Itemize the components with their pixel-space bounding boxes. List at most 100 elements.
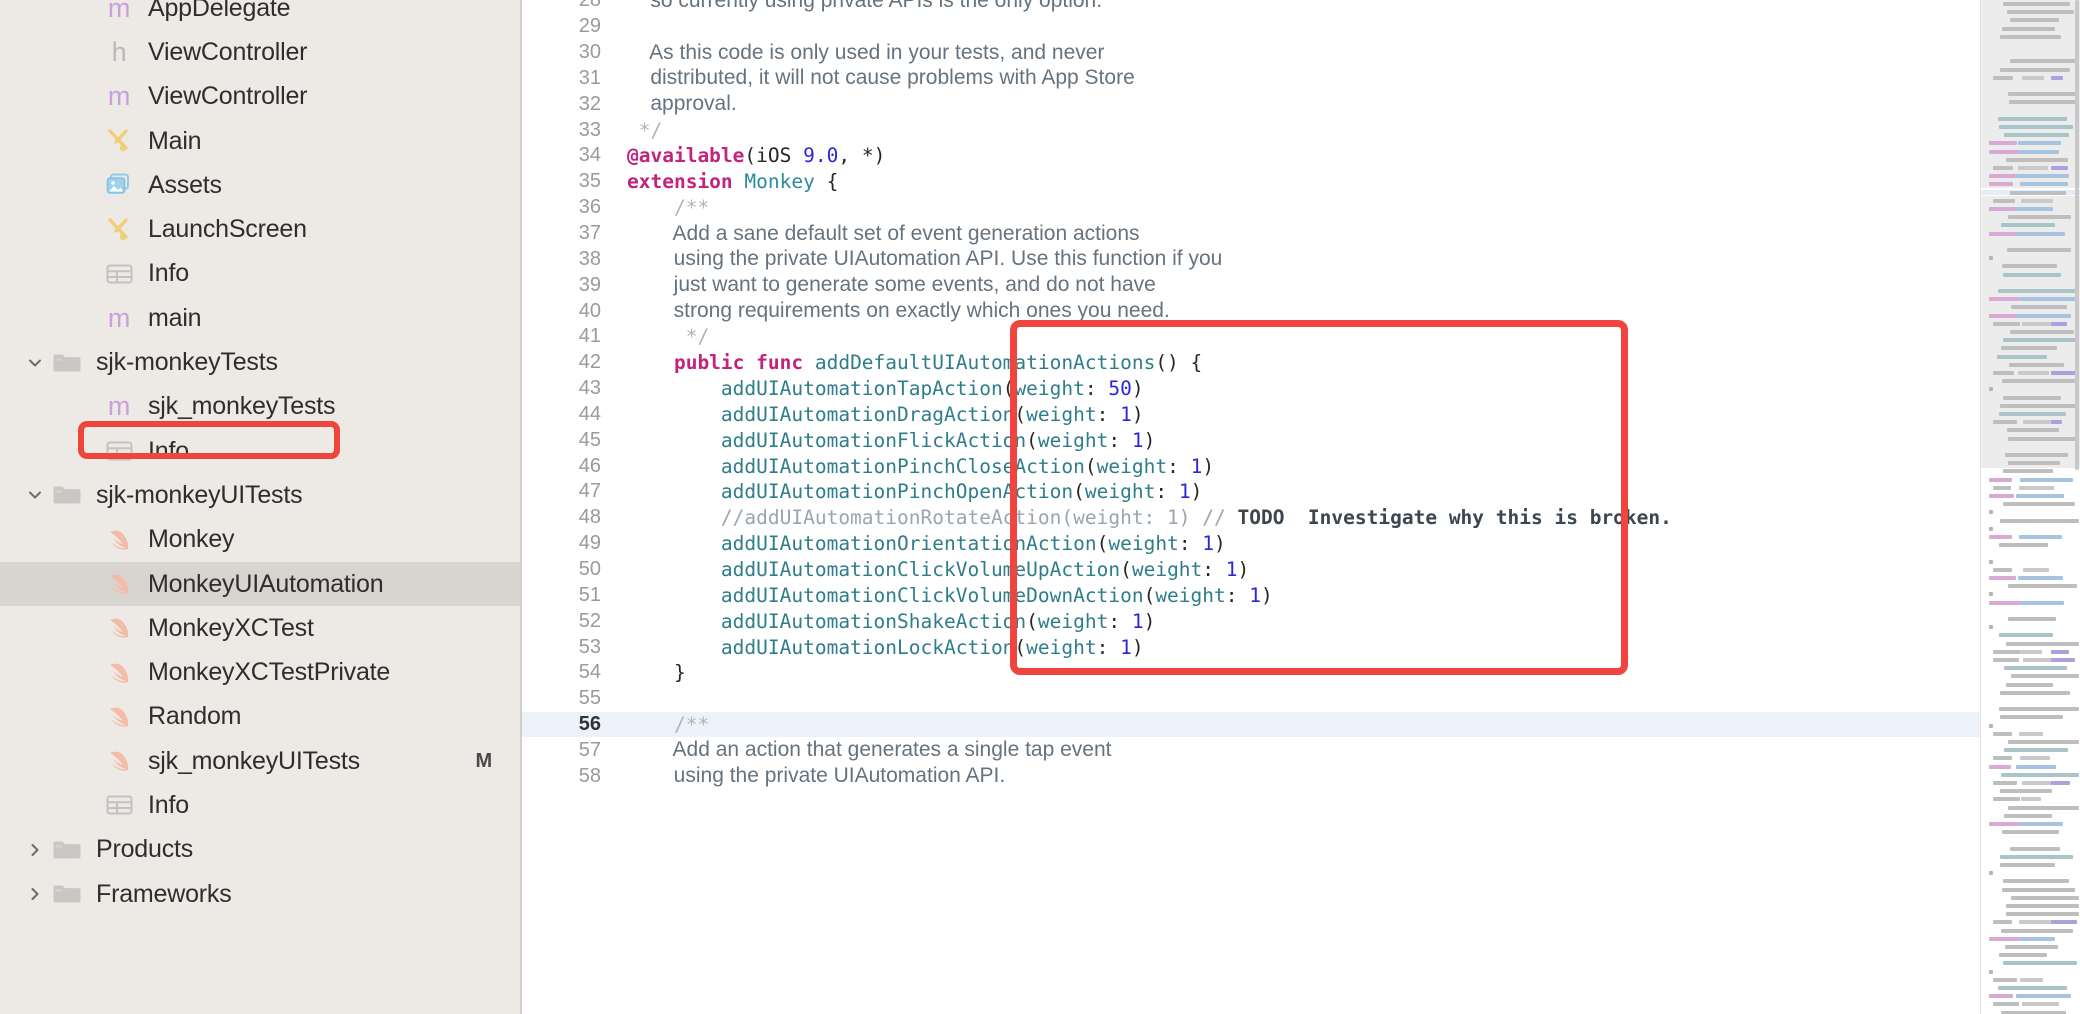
sidebar-item-frameworks[interactable]: Frameworks xyxy=(0,872,520,916)
sidebar-item-monkeyuiautomation[interactable]: MonkeyUIAutomation xyxy=(0,561,520,607)
editor-minimap[interactable] xyxy=(1980,0,2080,1014)
chevron-down-icon[interactable] xyxy=(22,354,48,372)
code-line[interactable]: 56 /** xyxy=(522,711,2080,738)
code-line-text[interactable]: /** xyxy=(627,713,2080,736)
code-line-text[interactable]: addUIAutomationLockAction(weight: 1) xyxy=(627,636,2080,659)
code-line[interactable]: 36 /** xyxy=(522,195,2080,221)
code-line-text[interactable]: strong requirements on exactly which one… xyxy=(627,299,2080,323)
sidebar-item-monkeyxctestprivate[interactable]: MonkeyXCTestPrivate xyxy=(0,650,520,694)
project-navigator-sidebar[interactable]: m AppDelegate h ViewController m ViewControll… xyxy=(0,0,520,1014)
code-line-text[interactable]: addUIAutomationClickVolumeUpAction(weigh… xyxy=(627,558,2080,581)
code-line[interactable]: 48 //addUIAutomationRotateAction(weight:… xyxy=(522,505,2080,531)
code-line[interactable]: 38 using the private UIAutomation API. U… xyxy=(522,246,2080,272)
code-line-text[interactable]: addUIAutomationFlickAction(weight: 1) xyxy=(627,429,2080,452)
code-line-text[interactable]: public func addDefaultUIAutomationAction… xyxy=(627,351,2080,374)
code-token: extension xyxy=(627,170,745,194)
code-line-text[interactable]: addUIAutomationTapAction(weight: 50) xyxy=(627,377,2080,400)
minimap-row xyxy=(1989,625,1993,630)
chevron-down-icon[interactable] xyxy=(22,486,48,504)
code-line[interactable]: 34 @available(iOS 9.0, *) xyxy=(522,143,2080,169)
sidebar-item-products[interactable]: Products xyxy=(0,828,520,872)
chevron-right-icon[interactable] xyxy=(22,885,48,903)
code-line[interactable]: 57 Add an action that generates a single… xyxy=(522,737,2080,763)
code-line-text[interactable]: addUIAutomationShakeAction(weight: 1) xyxy=(627,610,2080,633)
sidebar-item-launchscreen[interactable]: LaunchScreen xyxy=(0,207,520,251)
code-line[interactable]: 47 addUIAutomationPinchOpenAction(weight… xyxy=(522,479,2080,505)
code-line-text[interactable]: using the private UIAutomation API. xyxy=(627,764,2080,788)
code-token: ) xyxy=(1143,428,1156,452)
code-line[interactable]: 29 xyxy=(522,14,2080,40)
code-line[interactable]: 50 addUIAutomationClickVolumeUpAction(we… xyxy=(522,557,2080,583)
code-line[interactable]: 54 } xyxy=(522,660,2080,686)
code-line-text[interactable]: Add an action that generates a single ta… xyxy=(627,738,2080,762)
sidebar-item-info[interactable]: Info xyxy=(0,429,520,473)
code-line[interactable]: 49 addUIAutomationOrientationAction(weig… xyxy=(522,531,2080,557)
code-line[interactable]: 44 addUIAutomationDragAction(weight: 1) xyxy=(522,402,2080,428)
sidebar-item-viewcontroller[interactable]: h ViewController xyxy=(0,30,520,74)
sidebar-item-main[interactable]: m main xyxy=(0,296,520,340)
code-line[interactable]: 42 public func addDefaultUIAutomationAct… xyxy=(522,350,2080,376)
code-line-text[interactable]: addUIAutomationOrientationAction(weight:… xyxy=(627,532,2080,555)
code-line[interactable]: 45 addUIAutomationFlickAction(weight: 1) xyxy=(522,427,2080,453)
sidebar-item-appdelegate[interactable]: m AppDelegate xyxy=(0,0,520,30)
code-line-text[interactable]: so currently using private APIs is the o… xyxy=(627,0,2080,13)
code-line-text[interactable]: using the private UIAutomation API. Use … xyxy=(627,247,2080,271)
code-line[interactable]: 39 just want to generate some events, an… xyxy=(522,272,2080,298)
sidebar-item-random[interactable]: Random xyxy=(0,695,520,739)
sidebar-item-viewcontroller[interactable]: m ViewController xyxy=(0,75,520,119)
code-line[interactable]: 40 strong requirements on exactly which … xyxy=(522,298,2080,324)
code-line-text[interactable]: approval. xyxy=(627,92,2080,116)
code-token: : xyxy=(1167,454,1191,478)
code-line[interactable]: 37 Add a sane default set of event gener… xyxy=(522,221,2080,247)
code-token: Add a sane default set of event generati… xyxy=(627,221,1140,245)
sidebar-item-sjk-monkeyuitests[interactable]: sjk_monkeyUITests M xyxy=(0,739,520,783)
code-line-text[interactable]: */ xyxy=(627,325,2080,348)
code-line-text[interactable]: addUIAutomationPinchCloseAction(weight: … xyxy=(627,455,2080,478)
code-line-text[interactable]: extension Monkey { xyxy=(627,170,2080,193)
code-line[interactable]: 32 approval. xyxy=(522,91,2080,117)
code-line[interactable]: 53 addUIAutomationLockAction(weight: 1) xyxy=(522,634,2080,660)
minimap-row xyxy=(1993,420,2017,425)
sidebar-item-sjk-monkeyuitests[interactable]: sjk-monkeyUITests xyxy=(0,473,520,517)
code-line-text[interactable]: addUIAutomationPinchOpenAction(weight: 1… xyxy=(627,480,2080,503)
sidebar-item-sjk-monkeytests[interactable]: m sjk_monkeyTests xyxy=(0,385,520,429)
code-line-text[interactable]: @available(iOS 9.0, *) xyxy=(627,144,2080,167)
code-scroll-area[interactable]: 28 so currently using private APIs is th… xyxy=(522,0,2080,1014)
minimap-row xyxy=(2022,420,2051,425)
code-line-text[interactable]: } xyxy=(627,661,2080,684)
code-line[interactable]: 28 so currently using private APIs is th… xyxy=(522,0,2080,14)
code-line-text[interactable]: Add a sane default set of event generati… xyxy=(627,222,2080,246)
minimap-row xyxy=(1993,658,2019,662)
code-line[interactable]: 51 addUIAutomationClickVolumeDownAction(… xyxy=(522,582,2080,608)
code-line[interactable]: 46 addUIAutomationPinchCloseAction(weigh… xyxy=(522,453,2080,479)
sidebar-item-main[interactable]: Main xyxy=(0,119,520,163)
code-line[interactable]: 55 xyxy=(522,686,2080,712)
code-line-text[interactable]: just want to generate some events, and d… xyxy=(627,273,2080,297)
code-line-text[interactable]: As this code is only used in your tests,… xyxy=(627,41,2080,65)
code-line[interactable]: 52 addUIAutomationShakeAction(weight: 1) xyxy=(522,608,2080,634)
sidebar-item-info[interactable]: Info xyxy=(0,252,520,296)
sidebar-item-sjk-monkeytests[interactable]: sjk-monkeyTests xyxy=(0,340,520,384)
code-line-text[interactable]: /** xyxy=(627,196,2080,219)
code-line[interactable]: 43 addUIAutomationTapAction(weight: 50) xyxy=(522,376,2080,402)
code-line[interactable]: 35 extension Monkey { xyxy=(522,169,2080,195)
code-line[interactable]: 30 As this code is only used in your tes… xyxy=(522,40,2080,66)
code-line-text[interactable]: addUIAutomationClickVolumeDownAction(wei… xyxy=(627,584,2080,607)
code-line-text[interactable]: addUIAutomationDragAction(weight: 1) xyxy=(627,403,2080,426)
code-line[interactable]: 31 distributed, it will not cause proble… xyxy=(522,66,2080,92)
code-line[interactable]: 41 */ xyxy=(522,324,2080,350)
sidebar-item-monkeyxctest[interactable]: MonkeyXCTest xyxy=(0,606,520,650)
chevron-right-icon[interactable] xyxy=(22,841,48,859)
sidebar-item-monkey[interactable]: Monkey xyxy=(0,518,520,562)
code-token: addUIAutomationFlickAction xyxy=(627,428,1027,452)
sidebar-item-info[interactable]: Info xyxy=(0,783,520,827)
minimap-row xyxy=(1999,690,2071,695)
sidebar-item-assets[interactable]: Assets xyxy=(0,163,520,207)
code-line-text[interactable]: */ xyxy=(627,119,2080,142)
code-editor[interactable]: 28 so currently using private APIs is th… xyxy=(520,0,2080,1014)
minimap-scrollbar[interactable] xyxy=(2075,0,2079,470)
code-line-text[interactable]: distributed, it will not cause problems … xyxy=(627,66,2080,90)
code-line[interactable]: 58 using the private UIAutomation API. xyxy=(522,763,2080,789)
code-line[interactable]: 33 */ xyxy=(522,117,2080,143)
code-line-text[interactable]: //addUIAutomationRotateAction(weight: 1)… xyxy=(627,506,2080,529)
